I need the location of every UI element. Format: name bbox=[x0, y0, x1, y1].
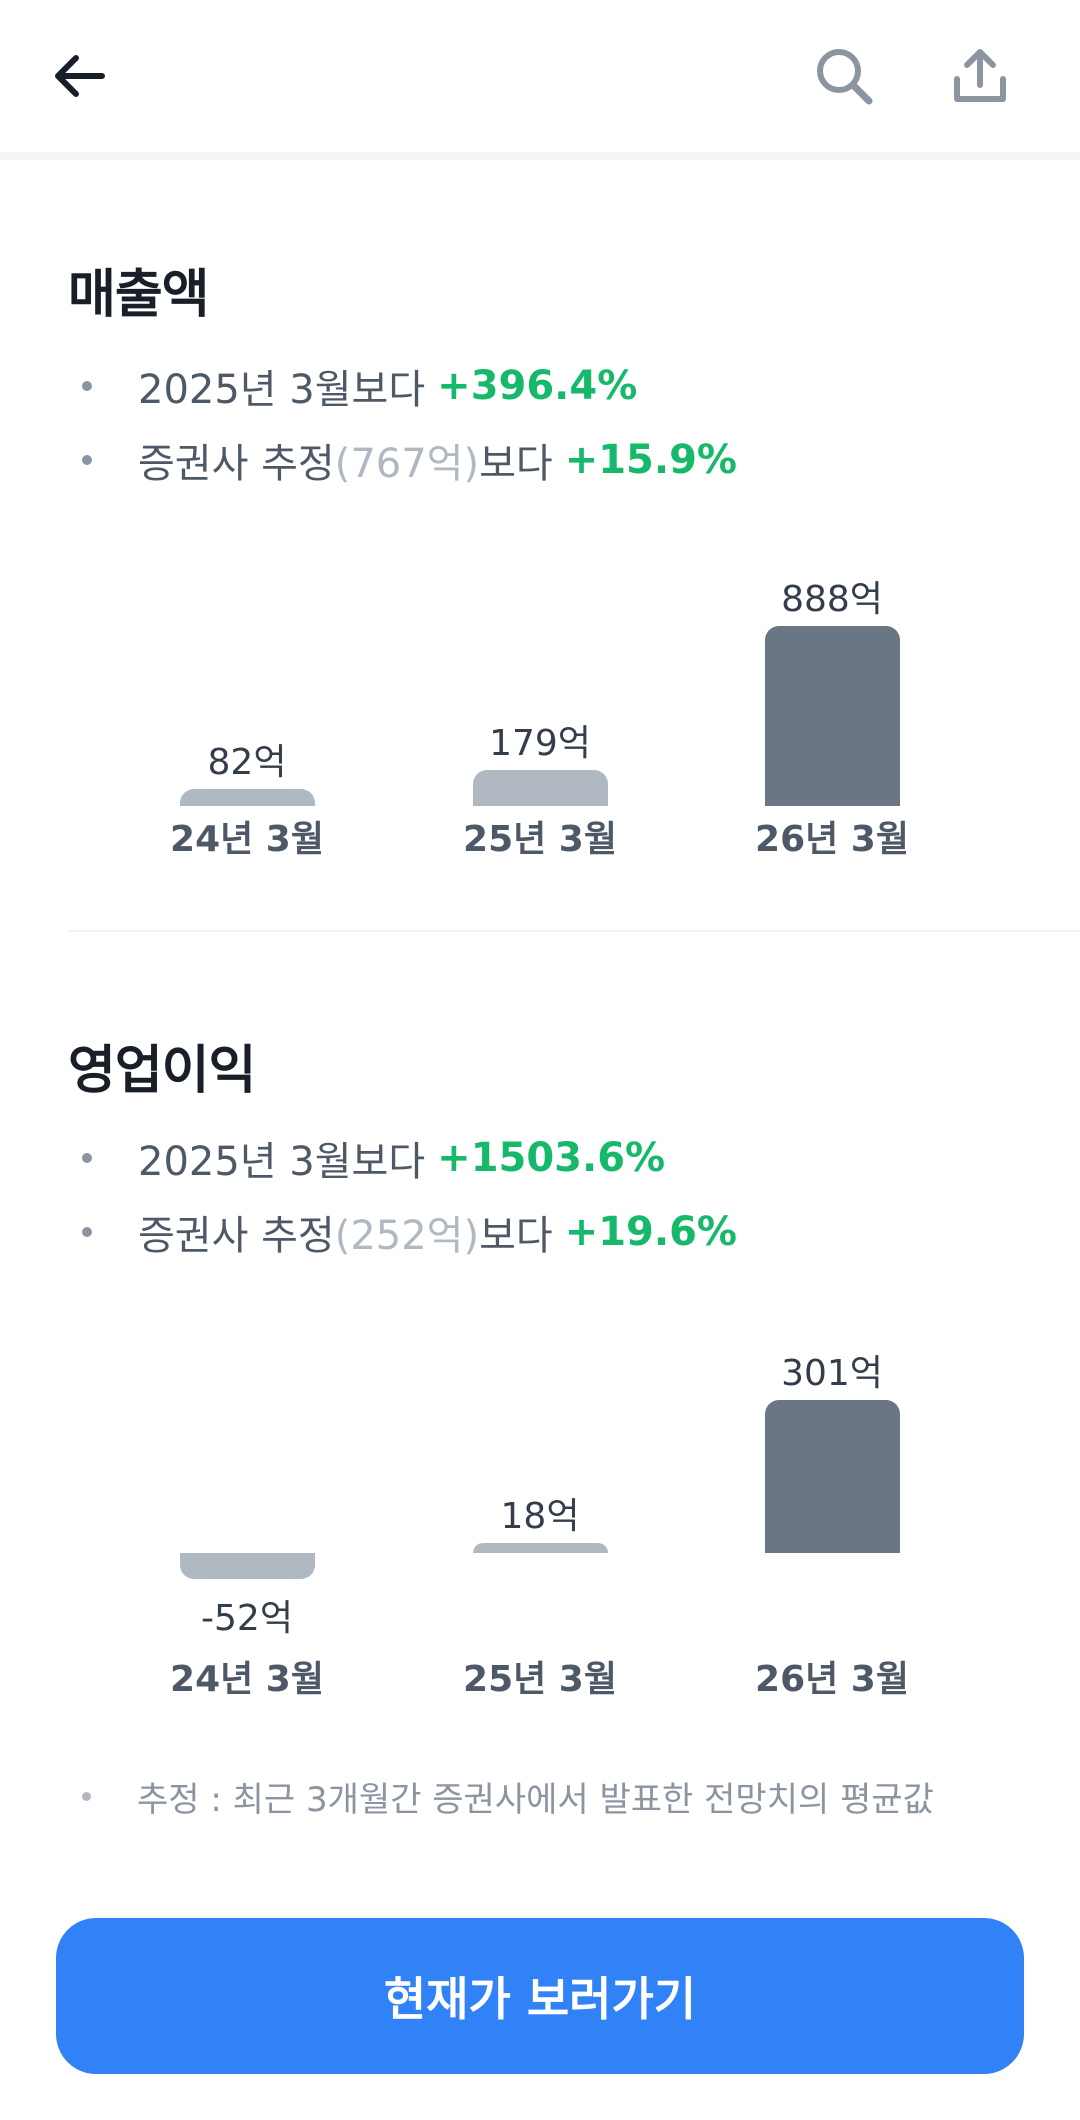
chart-bar bbox=[764, 626, 900, 806]
share-button[interactable] bbox=[936, 36, 1024, 116]
operating-profit-section: 영업이익 2025년 3월보다 +1503.6% 증권사 추정 (252억) 보… bbox=[0, 932, 1080, 1832]
bar-category-label: 25년 3월 bbox=[463, 819, 617, 860]
bullet-dot bbox=[82, 1791, 91, 1801]
chart-bar bbox=[472, 1543, 608, 1553]
view-current-price-button[interactable]: 현재가 보러가기 bbox=[56, 1918, 1024, 2074]
search-icon bbox=[817, 49, 873, 105]
chart-bar bbox=[179, 789, 315, 806]
search-button[interactable] bbox=[800, 36, 888, 116]
bar-category-label: 26년 3월 bbox=[755, 819, 909, 860]
back-arrow-icon bbox=[55, 55, 105, 97]
header-divider bbox=[0, 152, 1080, 160]
chart-bar bbox=[764, 1400, 900, 1553]
revenue-bar-chart: 82억 24년 3월 179억 25년 3월 888억 26년 3월 bbox=[0, 160, 1080, 930]
estimate-footnote: 추정 : 최근 3개월간 증권사에서 발표한 전망치의 평균값 bbox=[82, 1766, 934, 1826]
bar-value-label: -52억 bbox=[201, 1598, 293, 1640]
bar-category-label: 24년 3월 bbox=[170, 1659, 324, 1700]
revenue-section: 매출액 2025년 3월보다 +396.4% 증권사 추정 (767억) 보다 … bbox=[0, 160, 1080, 930]
footnote-text: 추정 : 최근 3개월간 증권사에서 발표한 전망치의 평균값 bbox=[137, 1779, 934, 1820]
bar-value-label: 179억 bbox=[489, 722, 591, 764]
top-bar bbox=[0, 0, 1080, 152]
chart-bar bbox=[472, 769, 608, 806]
back-button[interactable] bbox=[40, 36, 120, 116]
bar-value-label: 18억 bbox=[500, 1496, 580, 1537]
share-icon bbox=[954, 49, 1006, 102]
chart-bar bbox=[179, 1553, 315, 1580]
operating-profit-bar-chart: -52억 24년 3월 18억 25년 3월 301억 26년 3월 bbox=[0, 932, 1080, 1832]
bar-value-label: 888억 bbox=[781, 579, 883, 620]
bar-category-label: 24년 3월 bbox=[170, 819, 324, 860]
bar-value-label: 301억 bbox=[781, 1353, 883, 1394]
bar-category-label: 26년 3월 bbox=[755, 1659, 909, 1700]
bar-value-label: 82억 bbox=[207, 742, 287, 784]
bar-category-label: 25년 3월 bbox=[463, 1659, 617, 1700]
